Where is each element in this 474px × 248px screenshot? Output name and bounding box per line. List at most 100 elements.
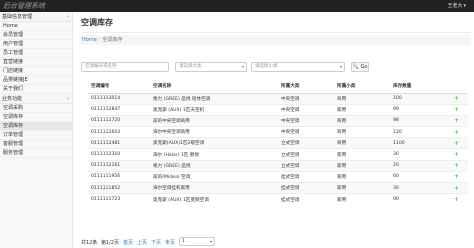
cell-stock-qty: 90	[390, 193, 442, 205]
cell-subcategory: 家用	[334, 103, 390, 116]
sidebar-item-users[interactable]: 用户管理	[0, 40, 72, 49]
category-select-value: 请选择大类	[179, 64, 202, 69]
chevron-down-icon: ▾	[241, 64, 244, 69]
cell-stock-qty: 99	[390, 103, 442, 116]
sidebar-group-business[interactable]: 业务功能 ›	[0, 94, 72, 104]
chevron-down-icon: ▾	[209, 239, 212, 244]
cell-ac-id: 0111112720	[88, 114, 150, 127]
col-category[interactable]: 所属大类	[278, 79, 334, 94]
add-icon[interactable]: +	[442, 181, 468, 194]
page-select[interactable]: 1 ▾	[179, 237, 215, 246]
sidebar-item-service[interactable]: 服务管理	[0, 149, 72, 158]
cell-stock-qty: 60	[390, 170, 442, 183]
add-icon[interactable]: +	[442, 193, 468, 205]
pagination-total: 共12条	[81, 240, 98, 246]
cell-ac-id: 0111112310	[88, 148, 150, 161]
cell-ac-name: 奥克斯(AUX)1匹2级空调	[150, 137, 278, 149]
cell-category: 挂式空调	[278, 170, 334, 183]
sidebar-item-ac-purchase[interactable]: 空调采购	[0, 104, 72, 113]
cell-ac-name: 海尔中央空调商用	[150, 126, 278, 138]
cell-category: 中央空调	[278, 103, 334, 116]
add-icon[interactable]: +	[442, 92, 468, 105]
sidebar-item-category-links[interactable]: 品类链接JE	[0, 76, 72, 85]
cell-subcategory: 家用	[334, 159, 390, 172]
table-row: 0111112310 海尔 (Haier) 1匹 静悦 立式空调 家用 30 +	[88, 148, 468, 161]
cell-subcategory: 商用	[334, 92, 390, 105]
subcategory-select[interactable]: 请选择小类 ▾	[251, 62, 345, 72]
cell-category: 中央空调	[278, 92, 334, 105]
sidebar-item-staff[interactable]: 员工管理	[0, 49, 72, 58]
user-name: 王老大	[447, 3, 463, 9]
add-icon[interactable]: +	[442, 114, 468, 127]
col-ac-name[interactable]: 空调名称	[150, 79, 278, 94]
cell-stock-qty: 30	[390, 181, 442, 194]
cell-subcategory: 商用	[334, 114, 390, 127]
pagination-prev[interactable]: 上页	[137, 239, 147, 246]
cell-ac-id: 0111111723	[88, 193, 150, 205]
table-row: 0111111852 海尔空调挂机家用 挂式空调 家用 30 +	[88, 181, 468, 194]
add-icon[interactable]: +	[442, 159, 468, 172]
sidebar-item-direct-links[interactable]: 直营链接	[0, 58, 72, 67]
cell-stock-qty: 1100	[390, 137, 442, 149]
stock-table: 空调编号 空调名称 所属大类 所属小类 库存数量 0111113014 格力 (G…	[88, 79, 468, 205]
chevron-icon: ›	[67, 14, 69, 20]
cell-stock-qty: 98	[390, 114, 442, 127]
col-ac-id[interactable]: 空调编号	[88, 79, 150, 94]
table-row: 0111112481 奥克斯(AUX)1匹2级空调 立式空调 商用 1100 +	[88, 137, 468, 149]
cell-category: 立式空调	[278, 137, 334, 149]
sidebar-item-ac-stock-a[interactable]: 空调库存	[0, 113, 72, 122]
category-select[interactable]: 请选择大类 ▾	[175, 62, 247, 72]
cell-ac-id: 0111112603	[88, 126, 150, 138]
cell-subcategory: 家用	[334, 181, 390, 194]
sidebar-item-home[interactable]: Home	[0, 22, 72, 31]
add-icon[interactable]: +	[442, 148, 468, 161]
cell-stock-qty: 30	[390, 148, 442, 161]
breadcrumb-separator: /	[98, 37, 101, 43]
sidebar-item-customer-service[interactable]: 客服管理	[0, 140, 72, 149]
user-menu[interactable]: 王老大▾	[447, 2, 466, 9]
cell-subcategory: 家用	[334, 170, 390, 183]
add-icon[interactable]: +	[442, 126, 468, 138]
cell-category: 中央空调	[278, 126, 334, 138]
cell-ac-id: 0111113014	[88, 92, 150, 105]
brand-logo[interactable]: 后台管理系统	[3, 1, 45, 11]
col-stock-qty[interactable]: 库存数量	[390, 79, 442, 94]
main-content: 空调库存 Home / 空调库存 空调编号或名称 请选择大类 ▾ 请选择小类 ▾ 🔍…	[74, 12, 474, 248]
cell-category: 立式空调	[278, 159, 334, 172]
sidebar-group-label: 基础信息管理	[2, 14, 33, 20]
add-icon[interactable]: +	[442, 137, 468, 149]
chevron-down-icon: ▾	[339, 64, 342, 69]
cell-subcategory: 商用	[334, 137, 390, 149]
cell-category: 挂式空调	[278, 193, 334, 205]
sidebar-item-orders[interactable]: 订单管理	[0, 131, 72, 140]
go-button[interactable]: 🔍 Go	[351, 62, 369, 72]
table-header-row: 空调编号 空调名称 所属大类 所属小类 库存数量	[88, 79, 468, 94]
chevron-icon: ›	[67, 96, 69, 102]
sidebar-item-ac-stock[interactable]: 空调库存	[0, 122, 72, 131]
cell-ac-name: 格力 (GREE) 品悦 短体空调	[150, 92, 278, 105]
sidebar-item-store-links[interactable]: 门店链接	[0, 67, 72, 76]
pagination-next[interactable]: 下页	[151, 239, 161, 246]
cell-ac-name: 海尔 (Haier) 1匹 静悦	[150, 148, 278, 161]
sidebar-item-about[interactable]: 关于我们	[0, 85, 72, 94]
cell-ac-name: 格力 (GREE) 品悦	[150, 159, 278, 172]
subcategory-select-value: 请选择小类	[255, 64, 278, 69]
add-icon[interactable]: +	[442, 170, 468, 183]
cell-category: 中央空调	[278, 114, 334, 127]
cell-ac-name: 美的中央空调商用	[150, 114, 278, 127]
divider	[81, 32, 473, 33]
col-subcategory[interactable]: 所属小类	[334, 79, 390, 94]
sidebar-item-members[interactable]: 会员管理	[0, 31, 72, 40]
breadcrumb-home[interactable]: Home	[82, 37, 97, 43]
add-icon[interactable]: +	[442, 103, 468, 116]
table-row: 0111112161 格力 (GREE) 品悦 立式空调 家用 20 +	[88, 159, 468, 172]
search-input[interactable]: 空调编号或名称	[81, 62, 169, 72]
top-navbar: 后台管理系统 王老大▾	[0, 0, 474, 12]
pagination-first[interactable]: 首页	[123, 239, 133, 246]
pagination-last[interactable]: 末页	[165, 239, 175, 246]
page-select-value: 1	[182, 239, 185, 244]
cell-subcategory: 家用	[334, 193, 390, 205]
page-title: 空调库存	[81, 18, 113, 27]
cell-ac-name: 奥克斯 (AUX) 1匹变频空调	[150, 193, 278, 205]
sidebar-group-basic-info[interactable]: 基础信息管理 ›	[0, 12, 72, 22]
